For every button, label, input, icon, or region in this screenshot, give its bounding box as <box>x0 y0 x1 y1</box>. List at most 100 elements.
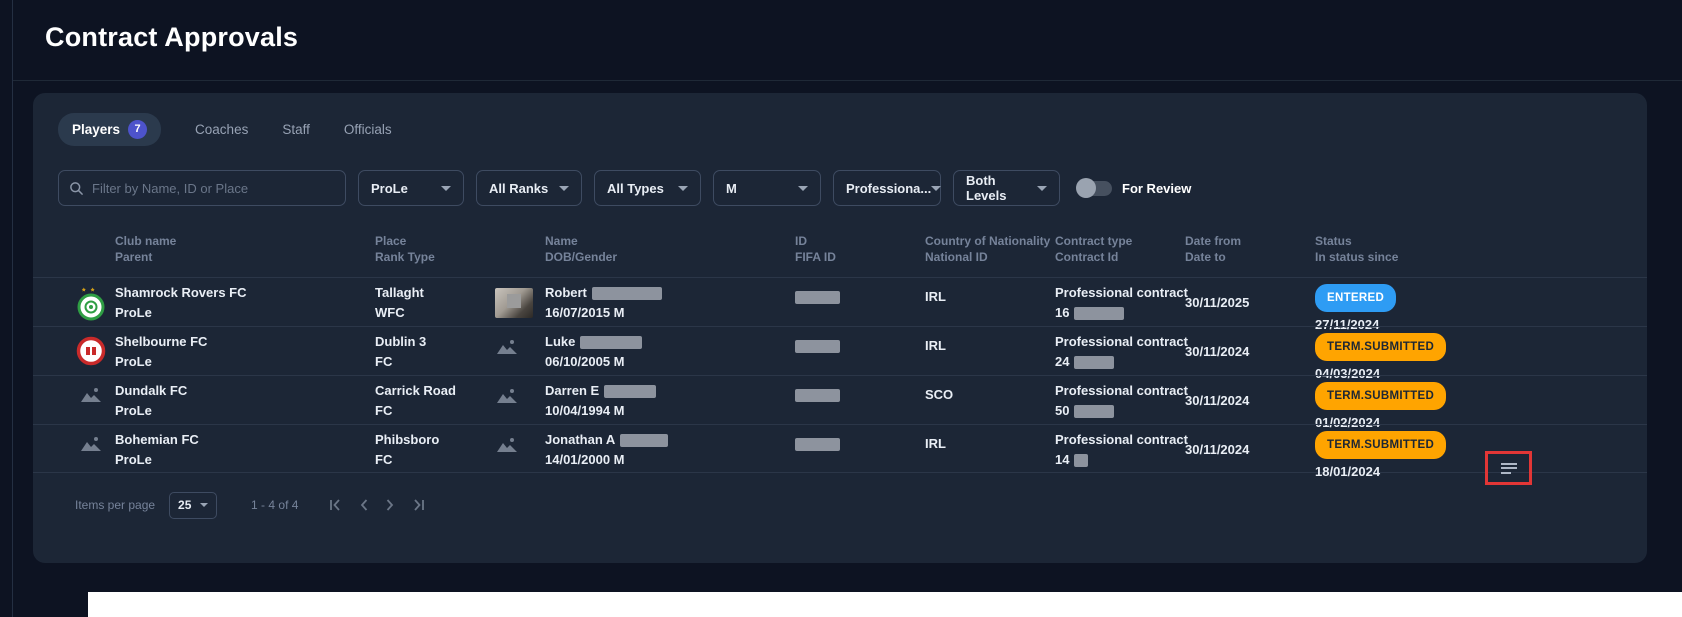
place: Dublin 3 <box>375 332 426 352</box>
date-from: 30/11/2025 <box>1185 293 1249 313</box>
rank-type: FC <box>375 352 426 372</box>
name-cell: Darren E 10/04/1994 M <box>545 381 656 421</box>
league-dropdown-value: ProLe <box>371 181 408 196</box>
country: IRL <box>925 434 946 454</box>
id-cell <box>795 385 840 405</box>
place: Carrick Road <box>375 381 456 401</box>
club-parent: ProLe <box>115 450 199 470</box>
ranks-dropdown[interactable]: All Ranks <box>476 170 582 206</box>
club-name: Shamrock Rovers FC <box>115 283 247 303</box>
page-size-value: 25 <box>178 498 191 512</box>
tab-staff[interactable]: Staff <box>282 122 310 137</box>
contract-cell: Professional contract 14 <box>1055 430 1188 470</box>
redacted-block <box>604 385 656 398</box>
page-title: Contract Approvals <box>45 22 298 53</box>
col-id: ID FIFA ID <box>795 233 836 265</box>
status-cell: TERM.SUBMITTED 18/01/2024 <box>1315 431 1446 482</box>
name-cell: Jonathan A 14/01/2000 M <box>545 430 668 470</box>
gender-dropdown[interactable]: M <box>713 170 821 206</box>
contract-id: 24 <box>1055 354 1069 369</box>
country-cell: IRL <box>925 336 946 356</box>
pager-buttons <box>328 498 426 512</box>
col-place: Place Rank Type <box>375 233 435 265</box>
gender-dropdown-value: M <box>726 181 737 196</box>
contract-id: 14 <box>1055 452 1069 467</box>
table-row[interactable]: Bohemian FC ProLe Phibsboro FC Jonathan … <box>33 424 1647 473</box>
status-badge: TERM.SUBMITTED <box>1315 333 1446 361</box>
table-header: Club name Parent Place Rank Type Name DO… <box>33 233 1647 277</box>
table-row[interactable]: Shelbourne FC ProLe Dublin 3 FC Luke 06/… <box>33 326 1647 375</box>
date-from-cell: 30/11/2024 <box>1185 342 1249 362</box>
chevron-down-icon <box>798 186 808 191</box>
tab-coaches[interactable]: Coaches <box>195 122 248 137</box>
annotation-highlight-box <box>1485 451 1532 485</box>
name-cell: Robert 16/07/2015 M <box>545 283 662 323</box>
chevron-down-icon <box>441 186 451 191</box>
entity-tabs: Players 7 Coaches Staff Officials <box>58 113 392 145</box>
club-crest-shelbourne-icon <box>73 336 109 372</box>
table-row[interactable]: Shamrock Rovers FC ProLe Tallaght WFC Ro… <box>33 277 1647 326</box>
levels-dropdown[interactable]: Both Levels <box>953 170 1060 206</box>
page-bottom-strip <box>88 592 1682 617</box>
table-row[interactable]: Dundalk FC ProLe Carrick Road FC Darren … <box>33 375 1647 424</box>
previous-page-icon[interactable] <box>358 498 370 512</box>
for-review-toggle[interactable] <box>1078 181 1112 196</box>
redacted-block <box>1074 356 1114 369</box>
country: IRL <box>925 336 946 356</box>
date-from: 30/11/2024 <box>1185 342 1249 362</box>
tab-officials[interactable]: Officials <box>344 122 392 137</box>
place: Tallaght <box>375 283 424 303</box>
first-page-icon[interactable] <box>328 498 344 512</box>
tab-players[interactable]: Players 7 <box>58 113 161 146</box>
toggle-knob <box>1076 178 1096 198</box>
chevron-down-icon <box>1037 186 1047 191</box>
player-name: Jonathan A <box>545 432 615 447</box>
rank-type: FC <box>375 450 439 470</box>
club-cell: Dundalk FC ProLe <box>115 381 187 421</box>
place: Phibsboro <box>375 430 439 450</box>
col-country: Country of Nationality National ID <box>925 233 1050 265</box>
contract-cell: Professional contract 24 <box>1055 332 1188 372</box>
contract-approvals-card: Players 7 Coaches Staff Officials ProLe … <box>33 93 1647 563</box>
country: SCO <box>925 385 953 405</box>
contract-type-dropdown[interactable]: Professiona... <box>833 170 941 206</box>
image-placeholder-icon <box>79 434 103 454</box>
players-count-badge: 7 <box>128 120 147 139</box>
next-page-icon[interactable] <box>384 498 396 512</box>
status-badge: TERM.SUBMITTED <box>1315 431 1446 459</box>
ranks-dropdown-value: All Ranks <box>489 181 548 196</box>
types-dropdown[interactable]: All Types <box>594 170 701 206</box>
rank-type: WFC <box>375 303 424 323</box>
redacted-block <box>1074 454 1088 467</box>
image-placeholder-icon <box>79 385 103 405</box>
league-dropdown[interactable]: ProLe <box>358 170 464 206</box>
image-placeholder-icon <box>495 337 519 357</box>
redacted-block <box>620 434 668 447</box>
search-icon <box>69 181 84 196</box>
redacted-block <box>795 438 840 451</box>
search-box[interactable] <box>58 170 346 206</box>
filter-bar: ProLe All Ranks All Types M Professiona.… <box>58 170 1191 206</box>
country-cell: SCO <box>925 385 953 405</box>
player-photo <box>495 288 533 318</box>
club-cell: Bohemian FC ProLe <box>115 430 199 470</box>
chevron-down-icon <box>678 186 688 191</box>
club-name: Bohemian FC <box>115 430 199 450</box>
levels-dropdown-value: Both Levels <box>966 173 1037 203</box>
contract-id: 50 <box>1055 403 1069 418</box>
for-review-toggle-wrap: For Review <box>1078 181 1191 196</box>
search-input[interactable] <box>92 181 335 196</box>
rank-type: FC <box>375 401 456 421</box>
date-from-cell: 30/11/2025 <box>1185 293 1249 313</box>
club-name: Dundalk FC <box>115 381 187 401</box>
player-photo-placeholder <box>495 435 519 461</box>
player-photo-placeholder <box>495 386 519 412</box>
name-cell: Luke 06/10/2005 M <box>545 332 642 372</box>
contract-id: 16 <box>1055 305 1069 320</box>
page-size-dropdown[interactable]: 25 <box>169 492 217 519</box>
align-left-icon[interactable] <box>1501 460 1517 476</box>
image-placeholder-icon <box>495 386 519 406</box>
last-page-icon[interactable] <box>410 498 426 512</box>
country-cell: IRL <box>925 287 946 307</box>
player-name: Luke <box>545 334 575 349</box>
